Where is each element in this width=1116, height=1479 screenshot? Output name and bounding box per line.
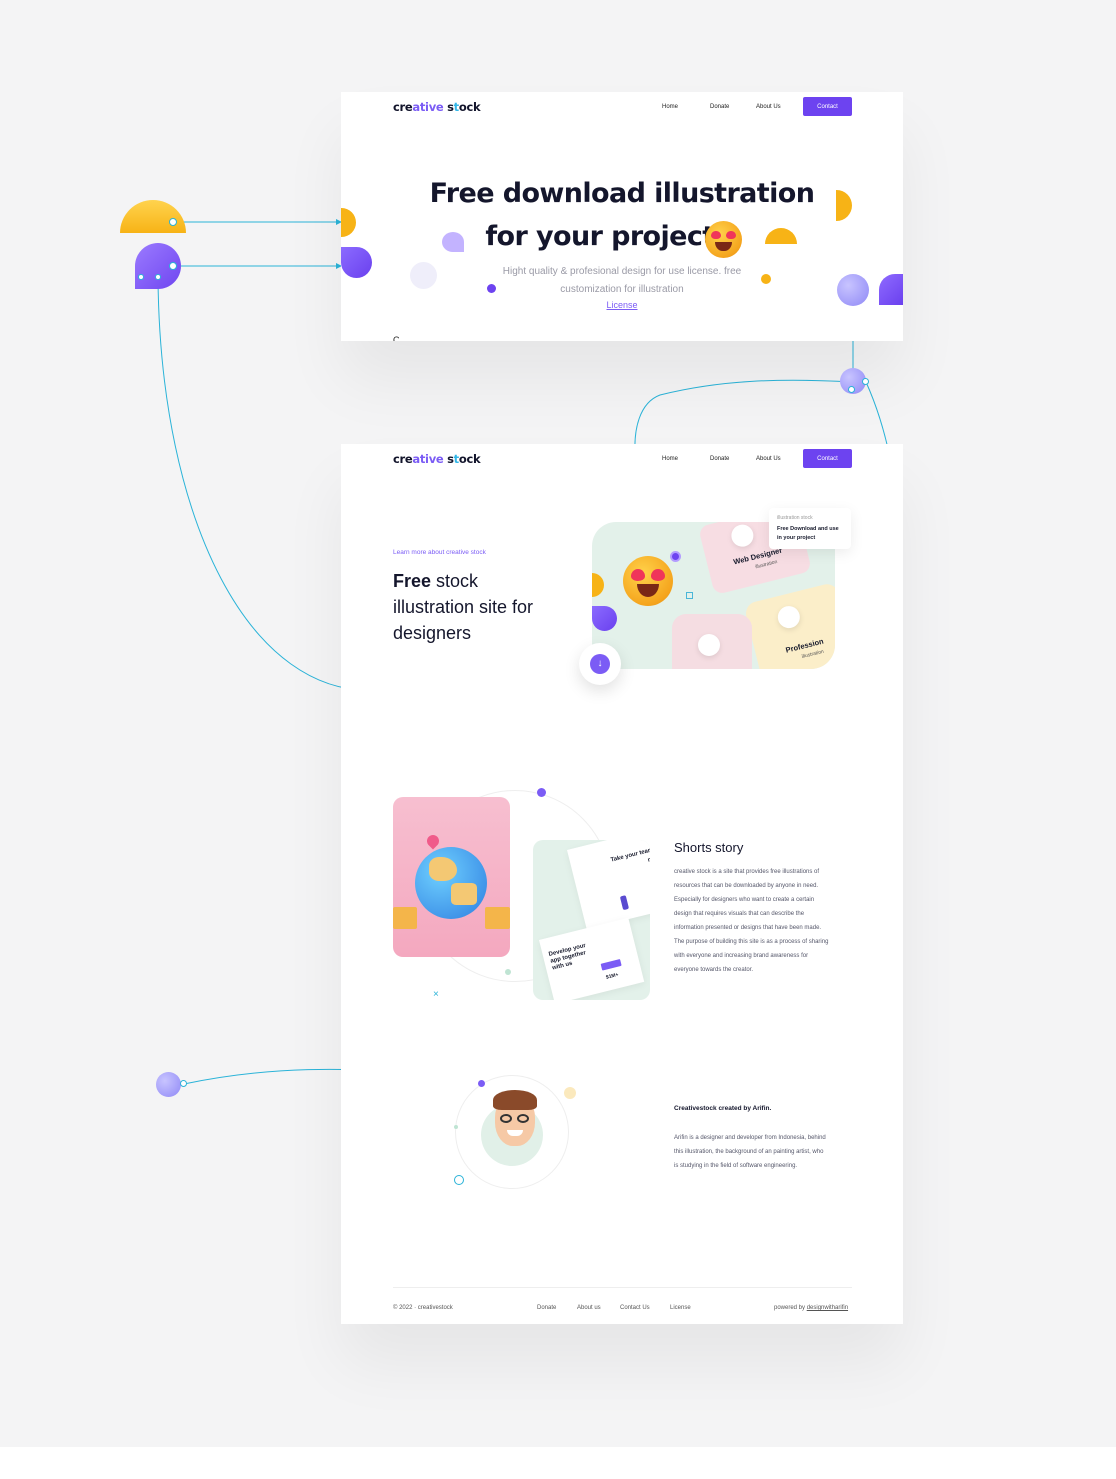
mockup-figure-icon	[619, 895, 630, 911]
download-icon: ↓	[590, 654, 610, 674]
purple-drop-shape	[341, 247, 372, 278]
mockup-page-1: Take your team ne	[567, 840, 650, 930]
avatar-face-icon	[493, 1090, 537, 1146]
hero-title-line2: for your project	[485, 221, 715, 252]
download-tooltip: illustration stock Free Download and use…	[769, 508, 851, 549]
avatar	[481, 1090, 543, 1166]
nav-home-link[interactable]: Home	[662, 104, 678, 110]
outline-square-shape	[686, 592, 693, 599]
footer-link-donate[interactable]: Donate	[537, 1305, 556, 1311]
creator-paragraph: Arifin is a designer and developer from …	[674, 1135, 826, 1169]
powered-by-link[interactable]: designwitharifin	[807, 1305, 848, 1311]
pale-circle-shape	[410, 262, 437, 289]
green-dot-shape	[454, 1125, 458, 1129]
profession-card: Profession illustration	[743, 581, 835, 669]
brand-logo[interactable]: creative stock	[393, 452, 481, 466]
nav-about-link[interactable]: About Us	[756, 104, 781, 110]
heart-eyes-emoji-icon	[705, 221, 742, 258]
connector-node	[138, 274, 144, 280]
footer-divider	[393, 1287, 852, 1288]
intro-title: Free stock illustration site for designe…	[393, 571, 534, 643]
connector-node	[155, 274, 161, 280]
story-paragraph: creative stock is a site that provides f…	[674, 869, 829, 973]
mockup-button	[600, 958, 622, 971]
connector-node	[848, 386, 855, 393]
story-title: Shorts story	[674, 840, 744, 855]
yellow-circle-shape	[564, 1087, 576, 1099]
footer-powered-by: powered by designwitharifin	[774, 1305, 849, 1311]
contact-button[interactable]: Contact	[803, 449, 852, 468]
mockup-page-2: Develop your app together with us $1M+	[539, 917, 645, 1000]
green-dot-shape	[505, 969, 511, 975]
globe-illustration-card	[393, 797, 510, 957]
palette-icon	[729, 522, 756, 549]
heart-eyes-emoji-icon	[623, 556, 673, 606]
footer-link-about[interactable]: About us	[577, 1305, 601, 1311]
palette-icon	[698, 634, 720, 656]
footer-copyright: © 2022 · creativestock	[393, 1305, 453, 1311]
connector-node	[180, 1080, 187, 1087]
map-pin-icon	[424, 832, 442, 850]
yellow-dot-shape	[761, 274, 771, 284]
mockup-title-2: ne	[647, 856, 650, 864]
brand-logo[interactable]: creative stock	[393, 100, 481, 114]
box-icon	[393, 907, 417, 929]
lavender-sphere-node	[156, 1072, 181, 1097]
connector-node	[169, 262, 177, 270]
lavender-sphere-shape	[837, 274, 869, 306]
bottom-strip	[0, 1447, 1116, 1479]
download-button[interactable]: ↓	[579, 643, 621, 685]
cross-icon: ×	[433, 989, 439, 1000]
purple-dot-shape	[487, 284, 496, 293]
web-designer-sublabel: illustration	[754, 559, 779, 571]
hero-preview-card: creative stock Home Donate About Us Cont…	[341, 92, 903, 341]
license-link[interactable]: License	[341, 300, 903, 310]
connector-node	[478, 1080, 485, 1087]
purple-drop-shape	[879, 274, 903, 305]
tooltip-line2: in your project	[777, 535, 816, 541]
connector-node	[862, 378, 869, 385]
nav-about-link[interactable]: About Us	[756, 456, 781, 462]
box-icon	[485, 907, 510, 929]
intro-kicker-link[interactable]: Learn more about creative stock	[393, 549, 486, 556]
mockup-stat: $1M+	[605, 971, 620, 981]
profession-sublabel: illustration	[801, 648, 825, 661]
page-background: { "brand": { "logo_part1": "cre", "logo_…	[0, 0, 1116, 1479]
full-page-preview-card: creative stock Home Donate About Us Cont…	[341, 444, 903, 1324]
purple-drop-shape	[592, 606, 617, 631]
tooltip-line1: Free Download and use	[777, 526, 839, 532]
app-mockup-card: Take your team ne Develop your app toget…	[533, 840, 650, 1000]
globe-icon	[415, 847, 487, 919]
connector-node	[537, 788, 546, 797]
footer-link-license[interactable]: License	[670, 1305, 691, 1311]
tooltip-kicker: illustration stock	[777, 515, 813, 521]
cut-off-text: C	[393, 335, 400, 341]
creator-title: Creativestock created by Arifin.	[674, 1105, 772, 1112]
contact-button[interactable]: Contact	[803, 97, 852, 116]
footer-link-contact[interactable]: Contact Us	[620, 1305, 650, 1311]
connector-node	[169, 218, 177, 226]
nav-donate-link[interactable]: Donate	[710, 456, 729, 462]
muscle-icon	[775, 603, 803, 631]
nav-home-link[interactable]: Home	[662, 456, 678, 462]
connector-node	[670, 551, 681, 562]
lilac-drop-shape	[442, 232, 464, 252]
nav-donate-link[interactable]: Donate	[710, 104, 729, 110]
mockup-title: Take your team	[610, 847, 650, 864]
outline-circle-shape	[454, 1175, 464, 1185]
hero-title-line1: Free download illustration	[429, 178, 815, 209]
